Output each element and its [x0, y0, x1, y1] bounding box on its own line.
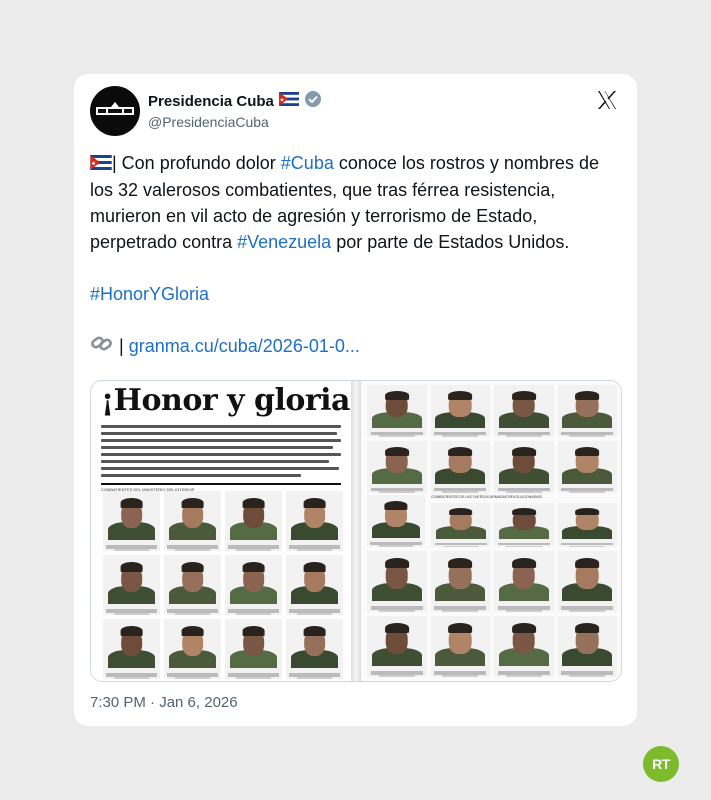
article-link[interactable]: granma.cu/cuba/2026-01-0...	[129, 336, 360, 356]
article-body-text	[101, 425, 341, 481]
photo-grid-right-mid-left	[367, 495, 425, 547]
left-page: ¡Honor y gloria! COMBATIENTES DEL MINIST…	[91, 381, 363, 681]
combatant-portrait	[367, 385, 427, 437]
verified-badge-icon	[304, 90, 322, 113]
combatant-portrait	[225, 555, 282, 615]
combatant-portrait	[494, 441, 554, 493]
right-page: COMBATIENTES DE LAS FUERZAS ARMADAS REVO…	[361, 381, 621, 681]
combatant-portrait	[431, 503, 491, 547]
combatant-portrait	[494, 616, 554, 677]
tweet-text: | Con profundo dolor #Cuba conoce los ro…	[90, 150, 620, 359]
photo-grid-right-bottom	[367, 551, 617, 677]
link-prefix: |	[119, 336, 129, 357]
media-headline: ¡Honor y gloria!	[101, 383, 363, 418]
combatant-portrait	[557, 616, 617, 677]
combatant-portrait	[164, 491, 221, 551]
combatant-portrait	[430, 385, 490, 437]
tweet-text-part3: por parte de Estados Unidos.	[331, 232, 570, 253]
combatant-portrait	[225, 619, 282, 679]
cuba-flag-icon	[90, 151, 112, 177]
page-gutter	[351, 381, 361, 681]
combatant-portrait	[494, 551, 554, 612]
combatant-portrait	[103, 619, 160, 679]
media-image[interactable]: ¡Honor y gloria! COMBATIENTES DEL MINIST…	[90, 380, 622, 682]
combatant-portrait	[367, 441, 427, 493]
combatant-portrait	[557, 385, 617, 437]
right-section-label: COMBATIENTES DE LAS FUERZAS ARMADAS REVO…	[431, 495, 542, 499]
combatant-portrait	[430, 441, 490, 493]
combatant-portrait	[557, 441, 617, 493]
combatant-portrait	[367, 495, 425, 547]
combatant-portrait	[164, 555, 221, 615]
combatant-portrait	[494, 503, 554, 547]
presidencia-logo-icon	[96, 101, 134, 121]
cuba-flag-icon	[278, 92, 299, 111]
tweet-card: Presidencia Cuba @PresidenciaCuba | Con …	[74, 74, 637, 726]
author-name-row: Presidencia Cuba	[148, 90, 322, 113]
combatant-portrait	[286, 619, 343, 679]
combatant-portrait	[430, 551, 490, 612]
photo-grid-left	[103, 491, 343, 679]
hashtag-venezuela[interactable]: #Venezuela	[237, 232, 331, 252]
photo-grid-right-mid	[431, 503, 617, 547]
author-handle[interactable]: @PresidenciaCuba	[148, 114, 269, 130]
avatar[interactable]	[90, 86, 140, 136]
x-logo-icon[interactable]	[595, 88, 619, 112]
combatant-portrait	[430, 616, 490, 677]
combatant-portrait	[103, 491, 160, 551]
combatant-portrait	[557, 551, 617, 612]
tweet-timestamp[interactable]: 7:30 PM · Jan 6, 2026	[90, 694, 238, 711]
section-divider	[101, 483, 341, 485]
photo-grid-right-top	[367, 385, 617, 493]
combatant-portrait	[557, 503, 617, 547]
hashtag-honorygloria[interactable]: #HonorYGloria	[90, 284, 209, 304]
combatant-portrait	[494, 385, 554, 437]
tweet-text-part1: | Con profundo dolor	[112, 153, 281, 173]
combatant-portrait	[286, 491, 343, 551]
rt-watermark-logo: RT	[643, 746, 679, 782]
hashtag-cuba[interactable]: #Cuba	[281, 153, 334, 173]
combatant-portrait	[367, 551, 427, 612]
combatant-portrait	[164, 619, 221, 679]
combatant-portrait	[286, 555, 343, 615]
link-icon	[90, 336, 119, 356]
combatant-portrait	[103, 555, 160, 615]
author-display-name[interactable]: Presidencia Cuba	[148, 93, 274, 110]
combatant-portrait	[225, 491, 282, 551]
combatant-portrait	[367, 616, 427, 677]
